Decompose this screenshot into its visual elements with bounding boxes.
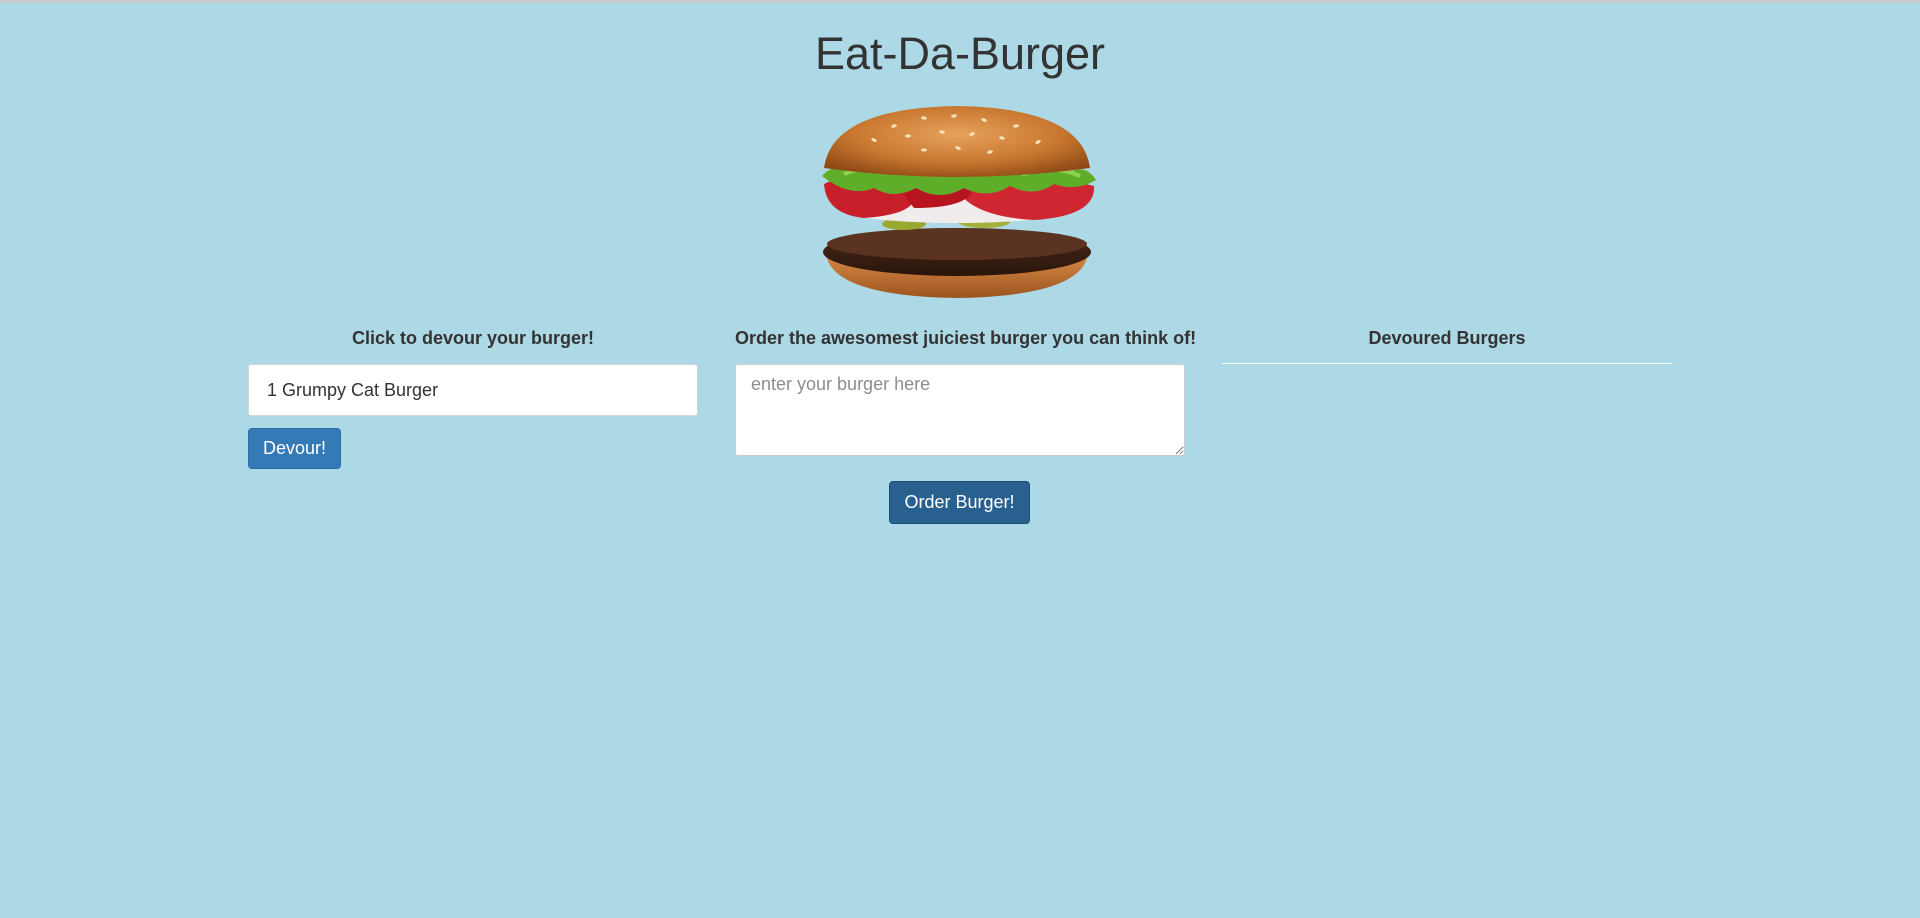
burger-list-item[interactable]: 1 Grumpy Cat Burger (248, 364, 698, 416)
devour-button[interactable]: Devour! (248, 428, 341, 469)
order-burger-button[interactable]: Order Burger! (889, 481, 1030, 524)
devour-heading: Click to devour your burger! (351, 328, 595, 348)
browser-top-border (0, 0, 1920, 3)
burger-image (822, 106, 1096, 298)
devoured-heading: Devoured Burgers (1368, 328, 1526, 348)
page-title: Eat-Da-Burger (814, 28, 1106, 79)
devoured-divider (1222, 363, 1672, 364)
burger-name-input[interactable] (735, 364, 1185, 456)
order-heading: Order the awesomest juiciest burger you … (735, 328, 1197, 348)
